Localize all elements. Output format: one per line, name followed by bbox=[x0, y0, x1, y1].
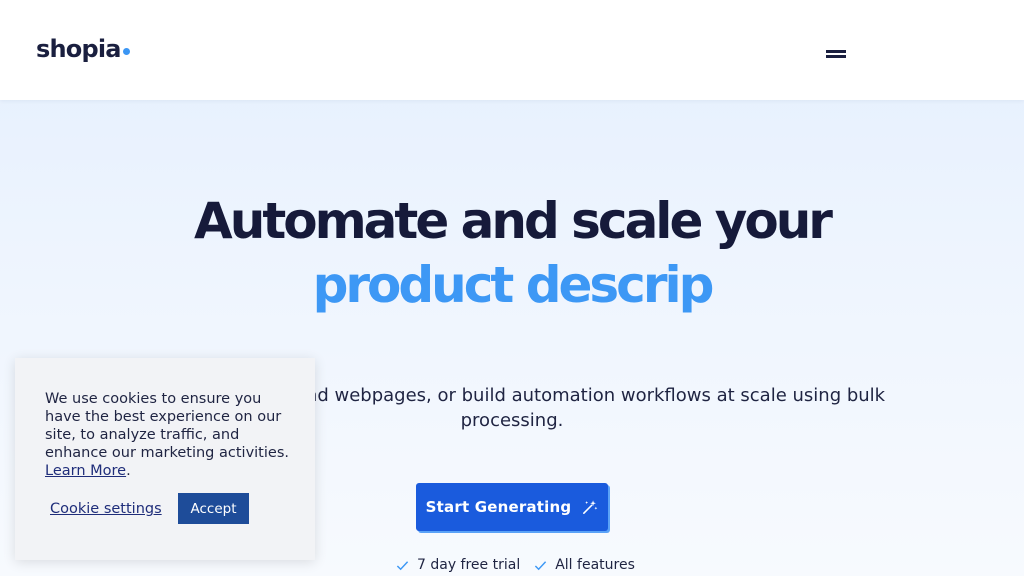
menu-bar bbox=[826, 55, 846, 58]
site-header: shopia bbox=[0, 0, 1024, 100]
feature-list: 7 day free trial All features bbox=[396, 555, 649, 575]
logo-text: shopia bbox=[36, 35, 121, 63]
feature-label: 7 day free trial bbox=[417, 557, 521, 573]
cta-label: Start Generating bbox=[425, 498, 572, 516]
magic-wand-icon bbox=[583, 499, 598, 514]
learn-more-link[interactable]: Learn More bbox=[45, 463, 126, 479]
logo-dot bbox=[122, 48, 130, 55]
hero-title: Automate and scale your bbox=[194, 192, 833, 250]
feature-label: All features bbox=[555, 557, 635, 573]
cookie-period: . bbox=[126, 463, 131, 479]
cookie-settings-link[interactable]: Cookie settings bbox=[50, 499, 162, 519]
hamburger-menu-icon[interactable] bbox=[826, 48, 846, 60]
check-icon bbox=[535, 560, 547, 570]
accept-cookies-button[interactable]: Accept bbox=[178, 493, 249, 524]
hero-title-typed: product descrip bbox=[312, 256, 715, 314]
cookie-message: We use cookies to ensure you have the be… bbox=[45, 390, 289, 480]
start-generating-button[interactable]: Start Generating bbox=[416, 483, 608, 531]
cookie-message-text: We use cookies to ensure you have the be… bbox=[45, 391, 289, 461]
menu-bar bbox=[826, 50, 846, 53]
check-icon bbox=[396, 560, 409, 570]
cookie-banner: We use cookies to ensure you have the be… bbox=[15, 358, 315, 560]
feature-item: All features bbox=[534, 557, 635, 573]
shopia-logo[interactable]: shopia bbox=[36, 33, 130, 65]
feature-item: 7 day free trial bbox=[396, 557, 520, 573]
